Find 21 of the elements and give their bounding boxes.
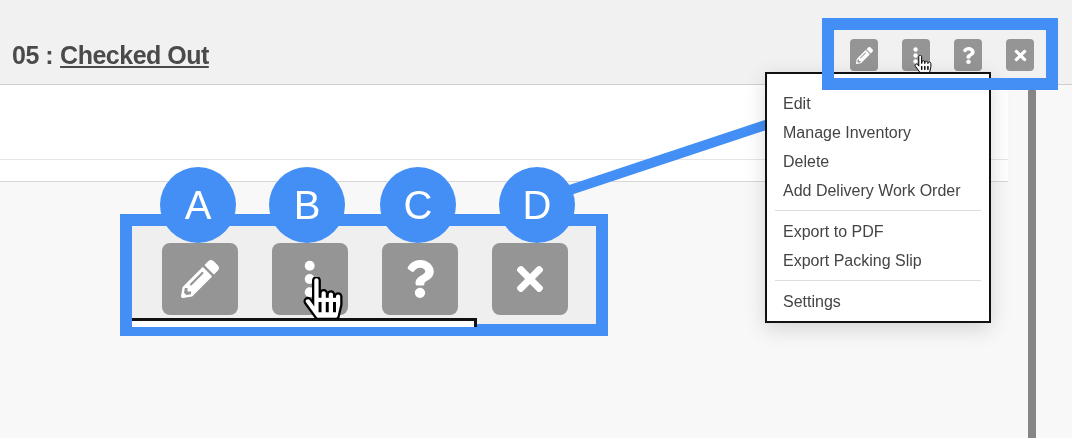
scrollbar[interactable] [1028, 88, 1036, 438]
edit-button[interactable] [850, 39, 878, 71]
record-number: 05 : [12, 40, 54, 70]
help-button[interactable] [382, 243, 458, 315]
menu-item[interactable]: Manage Inventory [783, 123, 912, 142]
status-link[interactable]: Checked Out [60, 40, 209, 70]
menu-item[interactable]: Delete [783, 152, 830, 171]
edit-button[interactable] [162, 243, 238, 315]
menu-item[interactable]: Export Packing Slip [783, 251, 922, 270]
help-button[interactable] [954, 39, 982, 71]
menu-item[interactable]: Export to PDF [783, 222, 884, 241]
close-button[interactable] [492, 243, 568, 315]
more-button[interactable] [902, 39, 930, 71]
menu-item[interactable]: Add Delivery Work Order [783, 181, 961, 200]
pencil-icon [855, 46, 873, 64]
more-icon [913, 46, 919, 64]
pencil-icon [181, 260, 219, 298]
close-button[interactable] [1006, 39, 1034, 71]
hand-cursor-icon [302, 277, 344, 319]
menu-item[interactable]: Settings [783, 292, 841, 311]
menu-item[interactable]: Edit [783, 94, 811, 113]
